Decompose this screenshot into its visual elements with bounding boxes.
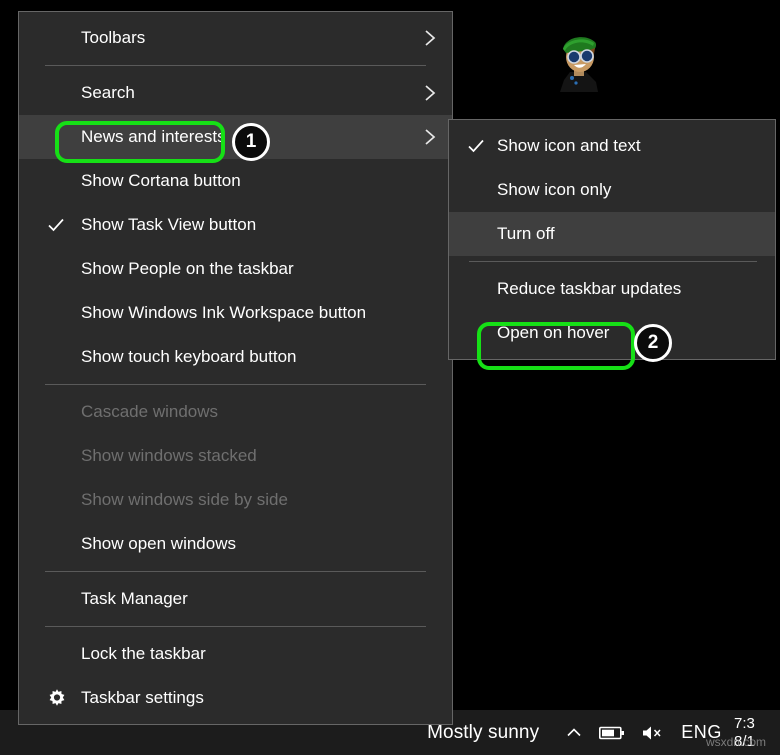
menu-item-label: Search — [81, 83, 135, 102]
menu-item[interactable]: Show Cortana button — [19, 159, 452, 203]
menu-separator — [45, 571, 426, 572]
clock-time: 7:3 — [734, 715, 755, 733]
news-and-interests-submenu[interactable]: Show icon and text Show icon only Turn off… — [448, 119, 776, 360]
checkmark-icon — [467, 137, 485, 155]
language-indicator[interactable]: ENG — [681, 722, 722, 743]
battery-icon[interactable] — [599, 725, 625, 741]
chevron-up-icon[interactable] — [565, 724, 583, 742]
submenu-item[interactable]: Open on hover — [449, 311, 775, 355]
menu-item-label: Cascade windows — [81, 402, 219, 421]
menu-item: Show windows side by side — [19, 478, 452, 522]
submenu-item[interactable]: Show icon only — [449, 168, 775, 212]
menu-item-label: Show Cortana button — [81, 171, 241, 190]
menu-item-label: Lock the taskbar — [81, 644, 206, 663]
menu-item-label: Show windows side by side — [81, 490, 288, 509]
menu-item[interactable]: Show Task View button — [19, 203, 452, 247]
menu-separator — [45, 384, 426, 385]
cartoon-avatar-icon — [552, 30, 608, 92]
menu-item[interactable]: Show People on the taskbar — [19, 247, 452, 291]
submenu-item[interactable]: Reduce taskbar updates — [449, 267, 775, 311]
menu-separator — [45, 626, 426, 627]
menu-item-label: Show windows stacked — [81, 446, 257, 465]
menu-item-label: Show icon only — [497, 180, 612, 199]
taskbar-context-menu[interactable]: Toolbars Search News and interests Show Cor… — [18, 11, 453, 725]
chevron-right-icon — [422, 128, 438, 146]
menu-item[interactable]: Taskbar settings — [19, 676, 452, 720]
menu-separator — [469, 261, 757, 262]
menu-item[interactable]: Lock the taskbar — [19, 632, 452, 676]
menu-item-label: Task Manager — [81, 589, 188, 608]
submenu-item[interactable]: Turn off — [449, 212, 775, 256]
menu-item[interactable]: Toolbars — [19, 16, 452, 60]
chevron-right-icon — [422, 84, 438, 102]
menu-item-label: Show touch keyboard button — [81, 347, 297, 366]
gear-icon — [47, 689, 66, 708]
menu-item: Cascade windows — [19, 390, 452, 434]
submenu-item[interactable]: Show icon and text — [449, 124, 775, 168]
clock[interactable]: 7:3 8/1 — [734, 715, 780, 750]
menu-item-label: Show People on the taskbar — [81, 259, 294, 278]
menu-item[interactable]: Search — [19, 71, 452, 115]
menu-item: Show windows stacked — [19, 434, 452, 478]
menu-item[interactable]: Task Manager — [19, 577, 452, 621]
menu-item-label: Toolbars — [81, 28, 146, 47]
menu-item[interactable]: News and interests — [19, 115, 452, 159]
menu-item-label: Turn off — [497, 224, 555, 243]
speaker-mute-icon[interactable] — [641, 724, 665, 742]
desktop-background: Mostly sunny ENG 7:3 8/1 wsxdn.com Toolb… — [0, 0, 780, 755]
clock-date: 8/1 — [734, 732, 755, 750]
menu-item-label: News and interests — [81, 127, 226, 146]
menu-item-label: Show open windows — [81, 534, 236, 553]
menu-item-label: Show Task View button — [81, 215, 257, 234]
menu-item[interactable]: Show touch keyboard button — [19, 335, 452, 379]
menu-separator — [45, 65, 426, 66]
menu-item-label: Open on hover — [497, 323, 610, 342]
menu-item-label: Taskbar settings — [81, 688, 204, 707]
chevron-right-icon — [422, 29, 438, 47]
menu-item-label: Reduce taskbar updates — [497, 279, 682, 298]
menu-item-label: Show Windows Ink Workspace button — [81, 303, 367, 322]
menu-item[interactable]: Show open windows — [19, 522, 452, 566]
menu-item[interactable]: Show Windows Ink Workspace button — [19, 291, 452, 335]
menu-item-label: Show icon and text — [497, 136, 641, 155]
checkmark-icon — [47, 216, 65, 234]
